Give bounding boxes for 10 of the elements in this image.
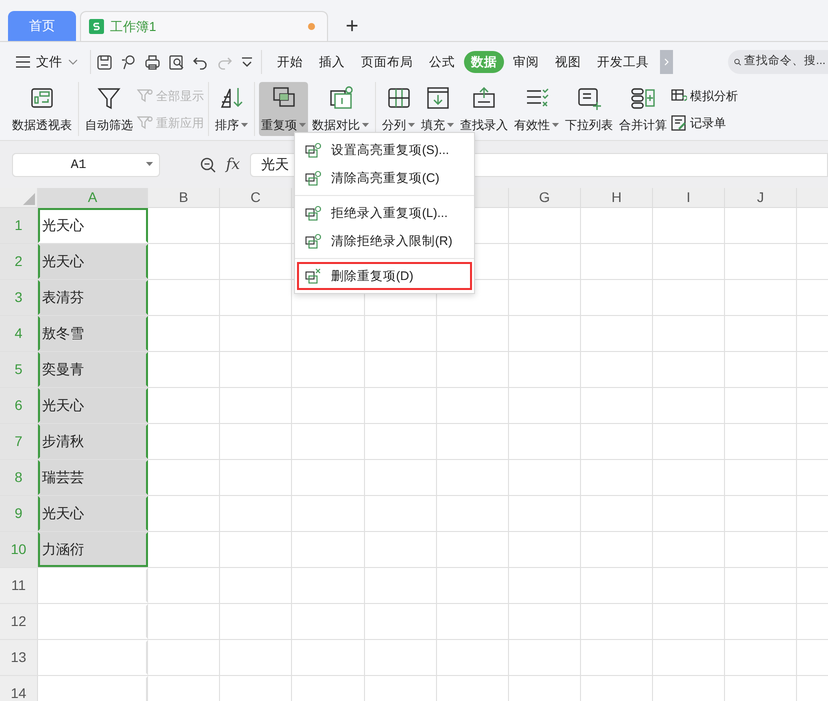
table-cell: 步清秋 (38, 424, 148, 459)
table-cell: 光天心 (38, 244, 148, 279)
table-cell: 表清芬 (38, 280, 148, 315)
table-cell: 奕曼青 (38, 352, 148, 387)
table-cell: 力涵衍 (38, 532, 148, 567)
table-cell: 光天心 (38, 496, 148, 531)
table-cell: 光天心 (38, 208, 148, 243)
table-cell: 敖冬雪 (38, 316, 148, 351)
table-cell: 光天心 (38, 388, 148, 423)
table-cell: 瑞芸芸 (38, 460, 148, 495)
